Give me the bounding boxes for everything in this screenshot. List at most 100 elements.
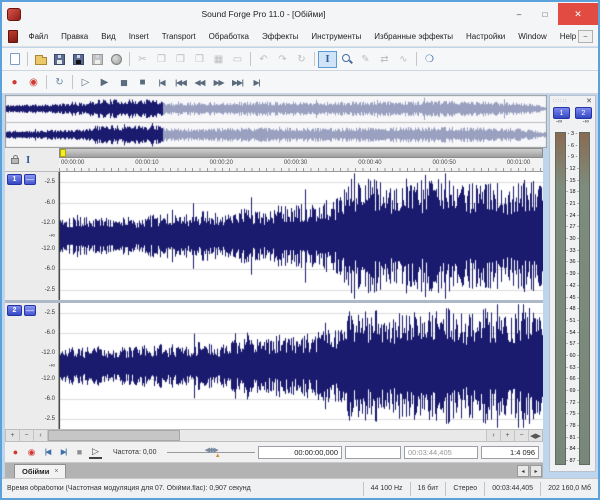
play-all-button[interactable]: ▷ xyxy=(76,74,95,91)
menu-item-вид[interactable]: Вид xyxy=(95,26,122,46)
go-to-start-button[interactable]: |◀ xyxy=(152,74,171,91)
record-button[interactable]: ● xyxy=(9,445,22,460)
undo-button[interactable]: ↶ xyxy=(254,51,273,68)
stop-button[interactable]: ■ xyxy=(133,74,152,91)
channel-1-minimize-button[interactable]: — xyxy=(24,174,36,185)
copy-button[interactable]: ❐ xyxy=(152,51,171,68)
cut-button[interactable]: ✂ xyxy=(133,51,152,68)
new-file-button[interactable] xyxy=(5,51,24,68)
envelope-tool-button[interactable]: ∿ xyxy=(394,51,413,68)
menu-item-настройки[interactable]: Настройки xyxy=(460,26,512,46)
close-button[interactable]: ✕ xyxy=(558,3,598,25)
scroll-zoom-in-button[interactable]: + xyxy=(6,430,20,441)
maximize-button[interactable]: □ xyxy=(532,3,558,25)
menu-item-инструменты[interactable]: Инструменты xyxy=(305,26,368,46)
magnify-tool-button[interactable] xyxy=(337,51,356,68)
paste-button[interactable]: ❒ xyxy=(171,51,190,68)
record-button[interactable]: ● xyxy=(5,74,24,91)
menu-item-insert[interactable]: Insert xyxy=(122,26,155,46)
loop-playback-button[interactable]: ↻ xyxy=(50,74,69,91)
rewind-button[interactable]: ◀◀ xyxy=(190,74,209,91)
document-icon xyxy=(8,30,18,43)
save-button[interactable] xyxy=(50,51,69,68)
redo-button[interactable]: ↷ xyxy=(273,51,292,68)
menu-item-window[interactable]: Window xyxy=(512,26,553,46)
new-file-icon xyxy=(10,53,20,65)
skip-forward-button[interactable]: ▶| xyxy=(57,445,70,460)
arm-record-button[interactable]: ◉ xyxy=(25,445,38,460)
rate-slider[interactable]: ◀◆▶ ▲ xyxy=(167,445,255,460)
menu-item-правка[interactable]: Правка xyxy=(55,26,95,46)
meter-tick: 72 xyxy=(566,400,579,406)
overview-waveform[interactable] xyxy=(5,95,547,148)
go-to-end-button[interactable]: ▶| xyxy=(247,74,266,91)
cursor-marker[interactable] xyxy=(60,149,66,157)
edit-cursor-icon[interactable]: I xyxy=(26,154,30,166)
paste-special-button[interactable]: ❒ xyxy=(190,51,209,68)
mdi-minimize-button[interactable]: – xyxy=(578,30,593,43)
time-ruler[interactable]: 00:00:0000:00:1000:00:2000:00:3000:00:40… xyxy=(59,158,543,172)
play-normal-button[interactable]: ▷ xyxy=(89,446,102,459)
menu-item-обработка[interactable]: Обработка xyxy=(202,26,255,46)
mix-button[interactable]: ▦ xyxy=(209,51,228,68)
meter-channel-1-button[interactable]: 1 xyxy=(553,107,570,119)
menu-item-эффекты[interactable]: Эффекты xyxy=(256,26,305,46)
pause-button[interactable]: ▮▮ xyxy=(114,74,133,91)
repeat-button[interactable]: ↻ xyxy=(292,51,311,68)
channel-2-button[interactable]: 2 xyxy=(7,305,22,316)
scroll-track[interactable] xyxy=(48,430,486,441)
pencil-tool-button[interactable]: ✎ xyxy=(356,51,375,68)
play-all-icon: ▷ xyxy=(82,77,90,88)
next-marker-button[interactable]: ▶▶| xyxy=(228,74,247,91)
menu-item-файл[interactable]: Файл xyxy=(22,26,55,46)
tab-scroll-right-button[interactable]: ▸ xyxy=(530,465,542,477)
edit-tool-button[interactable]: I xyxy=(318,51,337,68)
scroll-right-button[interactable]: › xyxy=(486,430,500,441)
time-field-3[interactable]: 00:03:44,405 xyxy=(404,446,478,459)
status-cell-1: 44 100 Hz xyxy=(363,482,410,496)
channel-2-minimize-button[interactable]: — xyxy=(24,305,36,316)
open-file-button[interactable] xyxy=(31,51,50,68)
forward-button[interactable]: ▶▶ xyxy=(209,74,228,91)
time-field-4[interactable]: 1:4 096 xyxy=(481,446,539,459)
minimize-button[interactable]: – xyxy=(506,3,532,25)
scroll-zoom-in-2-button[interactable]: + xyxy=(500,430,514,441)
play-button[interactable]: ▶ xyxy=(95,74,114,91)
loop-region-bar[interactable] xyxy=(59,148,543,158)
scroll-thumb[interactable] xyxy=(48,430,180,441)
previous-marker-button[interactable]: |◀◀ xyxy=(171,74,190,91)
save-all-button[interactable] xyxy=(88,51,107,68)
meter-channel-2-button[interactable]: 2 xyxy=(575,107,592,119)
meter-tick: 24 xyxy=(566,213,579,219)
menu-item-transport[interactable]: Transport xyxy=(155,26,202,46)
channel-1-waveform[interactable] xyxy=(59,172,543,300)
scroll-zoom-out-2-button[interactable]: − xyxy=(514,430,528,441)
toolbar-separator xyxy=(250,52,251,66)
skip-back-button[interactable]: |◀ xyxy=(41,445,54,460)
channel-1-button[interactable]: 1 xyxy=(7,174,22,185)
touch-tool-button[interactable]: ❍ xyxy=(420,51,439,68)
tab-scroll-left-button[interactable]: ◂ xyxy=(517,465,529,477)
arm-record-button[interactable]: ◉ xyxy=(24,74,43,91)
meter-tick: 3 xyxy=(566,131,579,137)
trim-button[interactable]: ▭ xyxy=(228,51,247,68)
stop-button[interactable]: ■ xyxy=(73,445,86,460)
tab-obiymy[interactable]: Обійми × xyxy=(14,464,66,478)
event-tool-button[interactable]: ⇄ xyxy=(375,51,394,68)
status-cell-2: 16 бит xyxy=(410,482,446,496)
time-field-2[interactable] xyxy=(345,446,401,459)
play-normal-icon: ▷ xyxy=(92,446,99,457)
channel-2-waveform[interactable] xyxy=(59,303,543,429)
scroll-zoom-out-button[interactable]: − xyxy=(20,430,34,441)
meters-close-icon[interactable]: ✕ xyxy=(586,97,592,105)
menu-item-избранные-эффекты[interactable]: Избранные эффекты xyxy=(368,26,460,46)
tab-close-icon[interactable]: × xyxy=(54,468,58,475)
time-field-1[interactable]: 00:00:00,000 xyxy=(258,446,342,459)
scroll-zoom-fit-button[interactable]: ◀▶ xyxy=(528,430,542,441)
scroll-left-button[interactable]: ‹ xyxy=(34,430,48,441)
panel-grip-icon[interactable]: :::::: xyxy=(553,98,567,104)
render-as-button[interactable] xyxy=(107,51,126,68)
undo-icon: ↶ xyxy=(259,54,267,65)
save-as-button[interactable] xyxy=(69,51,88,68)
lock-icon[interactable] xyxy=(11,158,19,164)
